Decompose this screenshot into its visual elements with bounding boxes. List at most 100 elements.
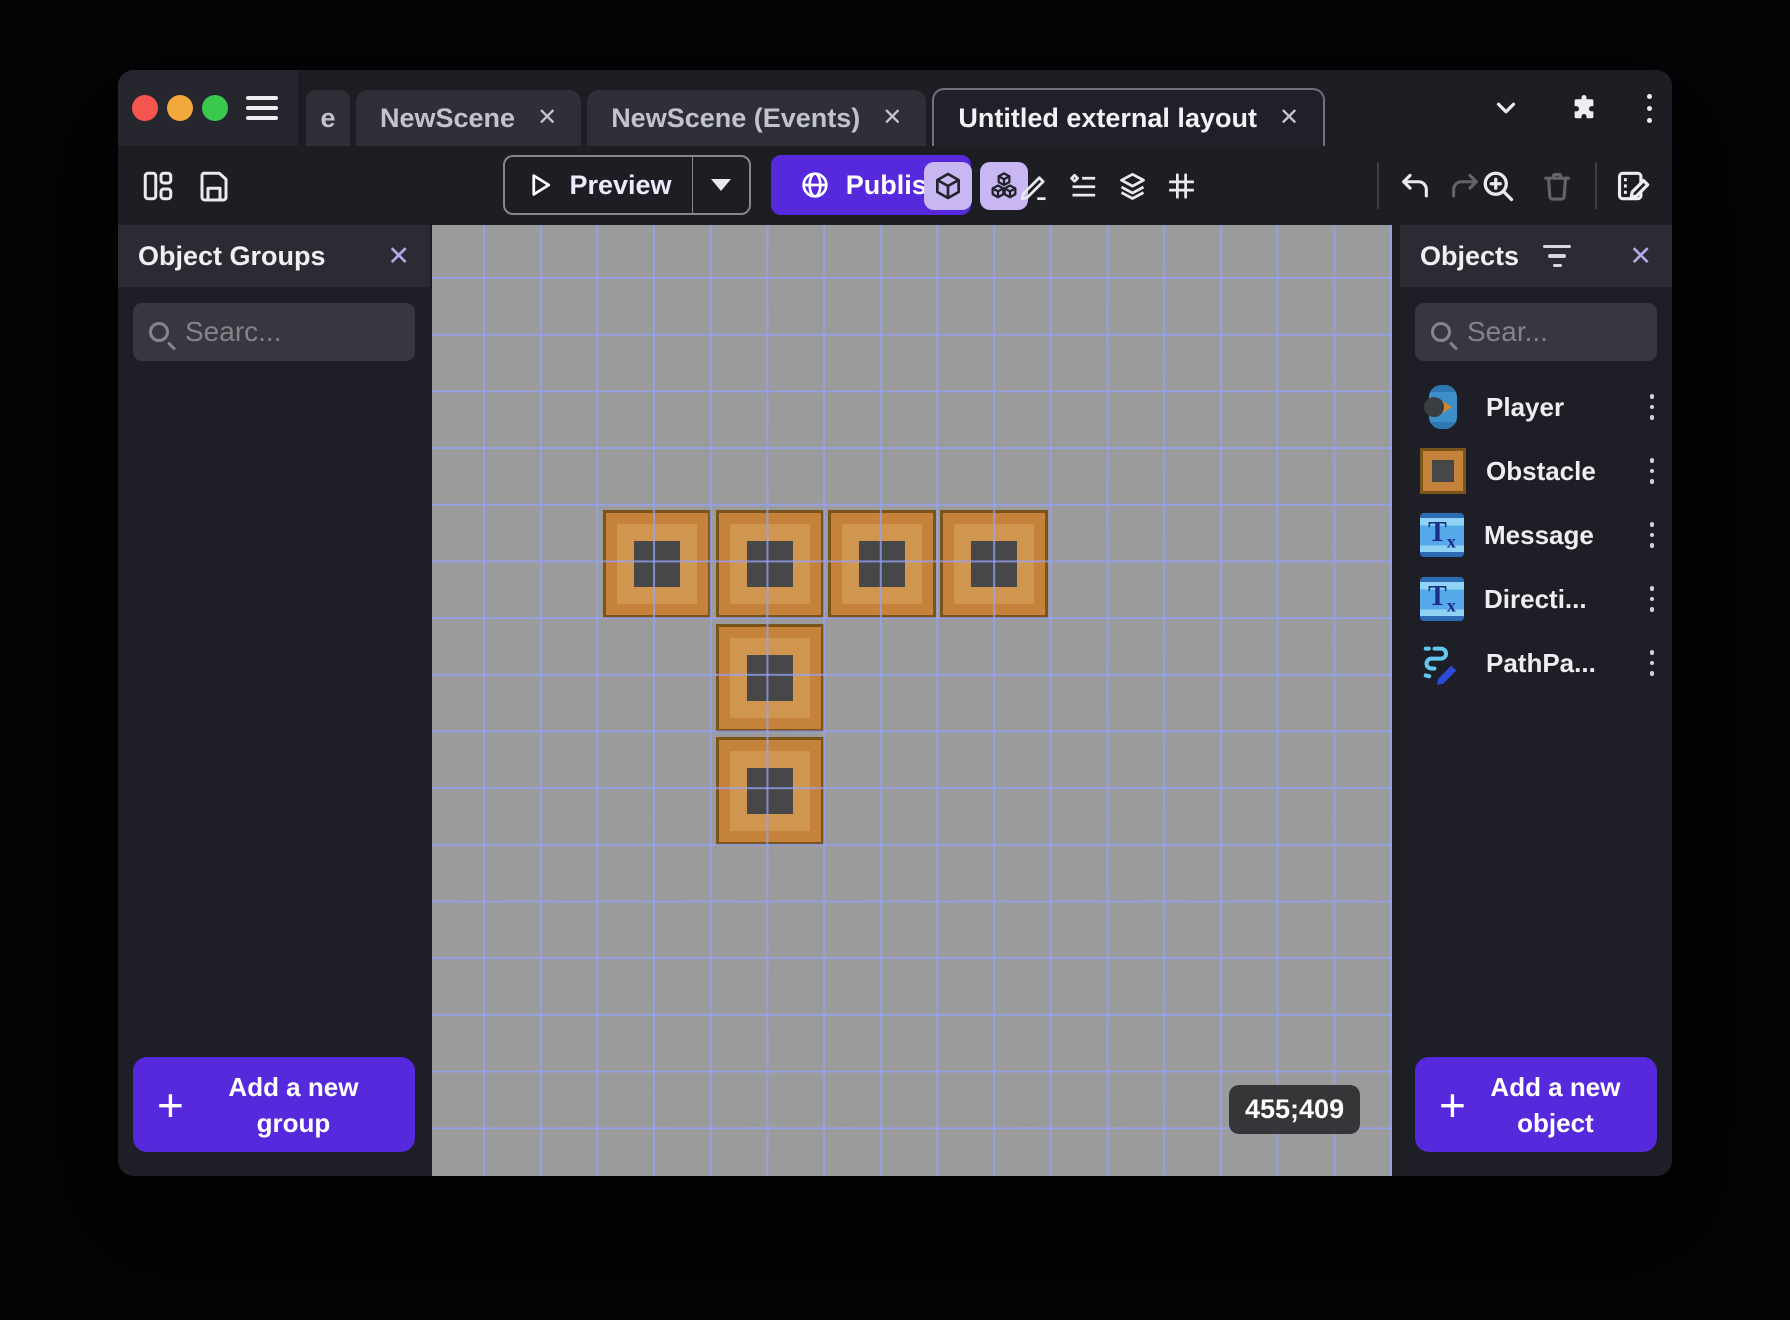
obstacle-tile-core <box>634 541 680 587</box>
toolbar: Preview Publish <box>118 146 1672 225</box>
obstacle-tile-core <box>747 768 793 814</box>
hamburger-menu-icon[interactable] <box>246 96 278 120</box>
object-groups-header: Object Groups ✕ <box>118 225 430 287</box>
plus-icon: + <box>1439 1078 1466 1131</box>
obstacle-tile-instance[interactable] <box>940 510 1048 618</box>
tab-partial[interactable]: e <box>306 90 350 146</box>
toolbar-divider <box>1377 162 1379 209</box>
object-name: Player <box>1486 391 1565 422</box>
instances-list-icon[interactable] <box>1067 169 1100 202</box>
search-icon <box>1431 322 1451 342</box>
obstacle-tile-core <box>747 541 793 587</box>
preview-main[interactable]: Preview <box>505 157 693 213</box>
object-row-obstacle[interactable]: Obstacle <box>1400 439 1672 503</box>
minimize-window-button[interactable] <box>167 95 193 121</box>
tab-newscene[interactable]: NewScene ✕ <box>356 90 582 146</box>
layers-icon[interactable] <box>1116 169 1149 202</box>
object-menu-kebab-icon[interactable] <box>1649 586 1654 612</box>
close-window-button[interactable] <box>132 95 158 121</box>
tab-label: NewScene (Events) <box>611 102 861 133</box>
object-name: Obstacle <box>1486 455 1596 486</box>
zoom-in-icon[interactable] <box>1480 168 1516 204</box>
obstacle-tile-instance[interactable] <box>716 624 824 732</box>
grid-icon[interactable] <box>1165 169 1198 202</box>
objects-search-input[interactable] <box>1467 316 1641 348</box>
object-menu-kebab-icon[interactable] <box>1649 394 1654 420</box>
object-row-pathpaint[interactable]: PathPa... <box>1400 631 1672 695</box>
filter-icon[interactable] <box>1543 244 1572 268</box>
main-area: Object Groups ✕ + Add a newgroup 455;409 <box>118 225 1672 1176</box>
preview-options-dropdown[interactable] <box>693 157 749 213</box>
object-groups-title: Object Groups <box>138 240 326 271</box>
close-icon[interactable]: ✕ <box>387 242 410 270</box>
tab-newscene-events[interactable]: NewScene (Events) ✕ <box>587 90 927 146</box>
obstacle-tile-core <box>859 541 905 587</box>
open-panels-icon[interactable] <box>140 168 176 204</box>
close-icon[interactable]: ✕ <box>537 106 557 130</box>
obstacle-tile-instance[interactable] <box>828 510 936 618</box>
object-row-message[interactable]: Tx Message <box>1400 503 1672 567</box>
obstacle-tile-core <box>971 541 1017 587</box>
add-group-label: Add a new group <box>228 1071 359 1138</box>
object-menu-kebab-icon[interactable] <box>1649 650 1654 676</box>
title-bar: e NewScene ✕ NewScene (Events) ✕ Untitle… <box>118 70 1672 146</box>
maximize-window-button[interactable] <box>202 95 228 121</box>
preview-button[interactable]: Preview <box>503 155 751 215</box>
close-icon[interactable]: ✕ <box>1629 242 1652 270</box>
text-object-icon: Tx <box>1420 577 1464 621</box>
extensions-puzzle-icon[interactable] <box>1569 93 1599 123</box>
tab-bar: e NewScene ✕ NewScene (Events) ✕ Untitle… <box>306 88 1326 146</box>
tab-label: NewScene <box>380 102 516 133</box>
text-object-icon: Tx <box>1420 513 1464 557</box>
objects-title: Objects <box>1420 240 1520 271</box>
object-groups-search-input[interactable] <box>185 316 399 348</box>
close-icon[interactable]: ✕ <box>882 106 902 130</box>
object-name: Directi... <box>1484 583 1587 614</box>
object-row-directions[interactable]: Tx Directi... <box>1400 567 1672 631</box>
object-name: Message <box>1484 519 1594 550</box>
object-menu-kebab-icon[interactable] <box>1649 458 1654 484</box>
tab-label: e <box>320 102 336 133</box>
obstacle-tile-core <box>747 655 793 701</box>
titlebar-actions <box>1491 70 1652 146</box>
obstacle-icon <box>1420 448 1466 494</box>
trash-icon[interactable] <box>1540 169 1574 203</box>
search-icon <box>149 322 169 342</box>
canvas-tiles-layer <box>432 225 1392 1176</box>
undo-icon[interactable] <box>1398 169 1432 203</box>
app-window: e NewScene ✕ NewScene (Events) ✕ Untitle… <box>118 70 1672 1176</box>
cube-icon <box>936 172 960 199</box>
pencil-edit-icon[interactable] <box>1018 169 1051 202</box>
window-controls-zone <box>118 70 298 146</box>
plus-icon: + <box>157 1078 184 1131</box>
tab-untitled-external-layout[interactable]: Untitled external layout ✕ <box>932 88 1326 146</box>
objects-list: Player Obstacle Tx Message Tx Directi... <box>1400 375 1672 695</box>
save-icon[interactable] <box>196 168 232 204</box>
close-icon[interactable]: ✕ <box>1279 106 1299 130</box>
object-groups-search[interactable] <box>133 303 415 361</box>
cursor-coordinates-badge: 455;409 <box>1229 1085 1361 1134</box>
obstacle-tile-instance[interactable] <box>716 510 824 618</box>
object-row-player[interactable]: Player <box>1400 375 1672 439</box>
add-group-button[interactable]: + Add a new group <box>133 1057 415 1152</box>
player-icon <box>1420 384 1466 430</box>
object-name: PathPa... <box>1486 647 1596 678</box>
toolbar-divider <box>1595 162 1597 209</box>
more-options-kebab-icon[interactable] <box>1647 93 1652 123</box>
objects-header: Objects ✕ <box>1400 225 1672 287</box>
chevron-down-icon[interactable] <box>1491 93 1521 123</box>
dropdown-caret-icon <box>711 179 731 191</box>
objects-search[interactable] <box>1415 303 1657 361</box>
redo-icon[interactable] <box>1448 169 1482 203</box>
edit-object-mode-button[interactable] <box>924 161 972 210</box>
obstacle-tile-instance[interactable] <box>716 737 824 845</box>
path-icon <box>1420 640 1466 686</box>
scene-canvas[interactable]: 455;409 <box>432 225 1392 1176</box>
object-menu-kebab-icon[interactable] <box>1649 522 1654 548</box>
obstacle-tile-instance[interactable] <box>603 510 711 618</box>
tab-label: Untitled external layout <box>958 102 1257 133</box>
edit-scene-properties-icon[interactable] <box>1614 167 1652 205</box>
play-icon <box>532 174 551 196</box>
cubes-icon <box>991 171 1017 198</box>
add-object-button[interactable]: + Add a new object <box>1415 1057 1657 1152</box>
